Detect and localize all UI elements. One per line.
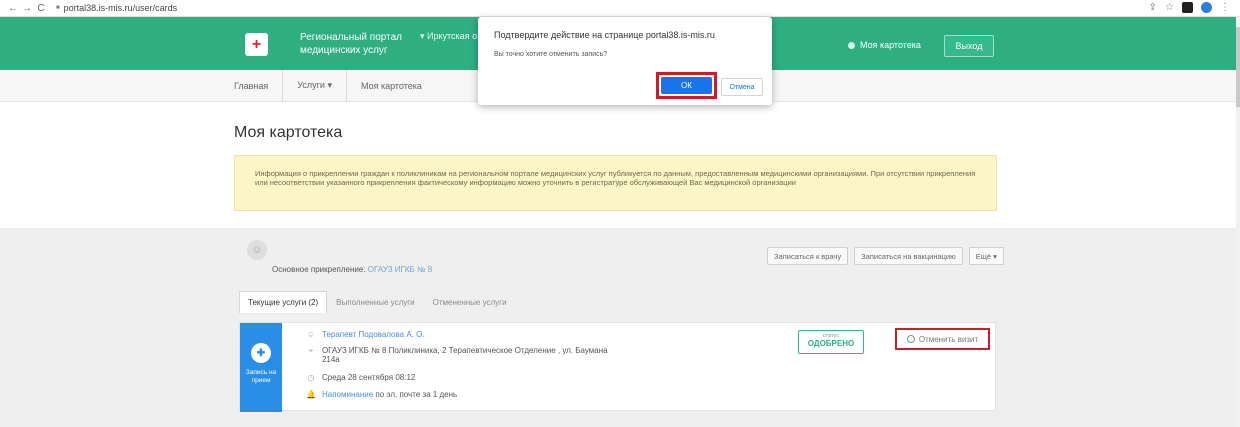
dialog-message: Вы точно хотите отменить запись? bbox=[494, 51, 608, 58]
reminder-text: по эл. почте за 1 день bbox=[375, 390, 458, 399]
status-value: ОДОБРЕНО bbox=[807, 339, 855, 348]
tab-completed-services[interactable]: Выполненные услуги bbox=[327, 291, 423, 313]
forward-arrow-icon[interactable]: → bbox=[20, 3, 34, 14]
book-vaccination-button[interactable]: Записаться на вакцинацию bbox=[854, 247, 963, 265]
bell-icon: 🔔 bbox=[306, 390, 316, 399]
breadcrumb-my-cards: Моя картотека bbox=[360, 80, 422, 91]
attachment-label: Основное прикрепление: bbox=[272, 265, 366, 274]
book-doctor-button[interactable]: Записаться к врачу bbox=[767, 247, 849, 265]
my-cards-link[interactable]: Моя картотека bbox=[848, 40, 921, 50]
url-text: portal38.is-mis.ru/user/cards bbox=[63, 3, 178, 13]
lock-icon: ■ bbox=[56, 5, 60, 11]
menu-dots-icon[interactable]: ⋮ bbox=[1220, 2, 1230, 13]
extension-icon[interactable] bbox=[1182, 2, 1193, 13]
region-selector[interactable]: ▾ Иркутская о bbox=[420, 31, 477, 42]
appointment-type-label: Запись на прием bbox=[245, 369, 277, 384]
reload-icon[interactable]: C bbox=[34, 3, 48, 14]
clinic-line: ⌖ ОГАУЗ ИГКБ № 8 Поликлиника, 2 Терапевт… bbox=[306, 346, 626, 364]
reminder-line: 🔔 Напоминание по эл. почте за 1 день bbox=[306, 390, 457, 399]
more-dropdown-button[interactable]: Ещё ▾ bbox=[968, 247, 1004, 265]
attachment-info: Основное прикрепление: ОГАУЗ ИГКБ № 8 bbox=[272, 265, 432, 274]
portal-name[interactable]: Региональный портал медицинских услуг bbox=[300, 31, 420, 57]
page-scrollbar[interactable] bbox=[1236, 17, 1240, 427]
appointment-type-panel: ✚ Запись на прием bbox=[240, 323, 282, 412]
browser-extensions: ⇪ ☆ ⋮ bbox=[1149, 2, 1230, 13]
breadcrumb-services[interactable]: Услуги ▾ bbox=[283, 69, 347, 102]
back-arrow-icon[interactable]: ← bbox=[6, 3, 20, 14]
doctor-icon: ☺ bbox=[306, 330, 316, 339]
my-cards-label: Моя картотека bbox=[860, 40, 921, 50]
address-bar[interactable]: ■ portal38.is-mis.ru/user/cards bbox=[56, 3, 177, 13]
share-icon[interactable]: ⇪ bbox=[1149, 2, 1157, 13]
info-notice: Информация о прикреплении граждан к поли… bbox=[234, 155, 997, 211]
cancel-circle-icon bbox=[906, 335, 915, 343]
profile-icon[interactable] bbox=[1201, 2, 1212, 13]
appointment-datetime: Среда 28 сентября 08:12 bbox=[322, 373, 416, 382]
clock-icon: ◷ bbox=[307, 373, 315, 382]
dialog-title: Подтвердите действие на странице portal3… bbox=[494, 30, 715, 40]
profile-actions: Записаться к врачу Записаться на вакцина… bbox=[767, 247, 1004, 265]
avatar: ☺ bbox=[247, 240, 267, 260]
status-badge: статус ОДОБРЕНО bbox=[798, 330, 864, 354]
browser-toolbar: ← → C ■ portal38.is-mis.ru/user/cards ⇪ … bbox=[0, 0, 1240, 17]
location-icon: ⌖ bbox=[308, 346, 314, 355]
reminder-link[interactable]: Напоминание bbox=[322, 390, 373, 399]
doctor-line: ☺ Терапевт Подовалова А. О. bbox=[306, 330, 425, 339]
breadcrumb-home[interactable]: Главная bbox=[234, 69, 284, 102]
doctor-name[interactable]: Терапевт Подовалова А. О. bbox=[322, 330, 425, 339]
logout-button[interactable]: Выход bbox=[944, 35, 994, 57]
medical-pin-icon: ✚ bbox=[251, 343, 271, 363]
clinic-address: ОГАУЗ ИГКБ № 8 Поликлиника, 2 Терапевтич… bbox=[321, 346, 608, 364]
service-tabs: Текущие услуги (2) Выполненные услуги От… bbox=[239, 291, 516, 313]
cross-icon: + bbox=[251, 35, 262, 53]
appointment-card: ✚ Запись на прием ☺ Терапевт Подовалова … bbox=[239, 322, 996, 412]
cancel-visit-button[interactable]: Отменить визит bbox=[895, 328, 990, 350]
scrollbar-thumb[interactable] bbox=[1236, 27, 1240, 107]
datetime-line: ◷ Среда 28 сентября 08:12 bbox=[306, 373, 416, 382]
star-icon[interactable]: ☆ bbox=[1165, 2, 1174, 13]
tab-current-services[interactable]: Текущие услуги (2) bbox=[239, 291, 328, 313]
attachment-link[interactable]: ОГАУЗ ИГКБ № 8 bbox=[368, 265, 432, 274]
confirm-dialog: Подтвердите действие на странице portal3… bbox=[478, 17, 772, 105]
tab-cancelled-services[interactable]: Отмененные услуги bbox=[424, 291, 516, 313]
cancel-visit-label: Отменить визит bbox=[918, 334, 979, 344]
user-icon bbox=[848, 41, 855, 49]
portal-logo[interactable]: + bbox=[245, 33, 268, 56]
page-title: Моя картотека bbox=[234, 124, 343, 141]
ok-button-highlight: ОК bbox=[656, 72, 717, 99]
dialog-cancel-button[interactable]: Отмена bbox=[721, 78, 763, 96]
ok-button[interactable]: ОК bbox=[661, 77, 712, 94]
